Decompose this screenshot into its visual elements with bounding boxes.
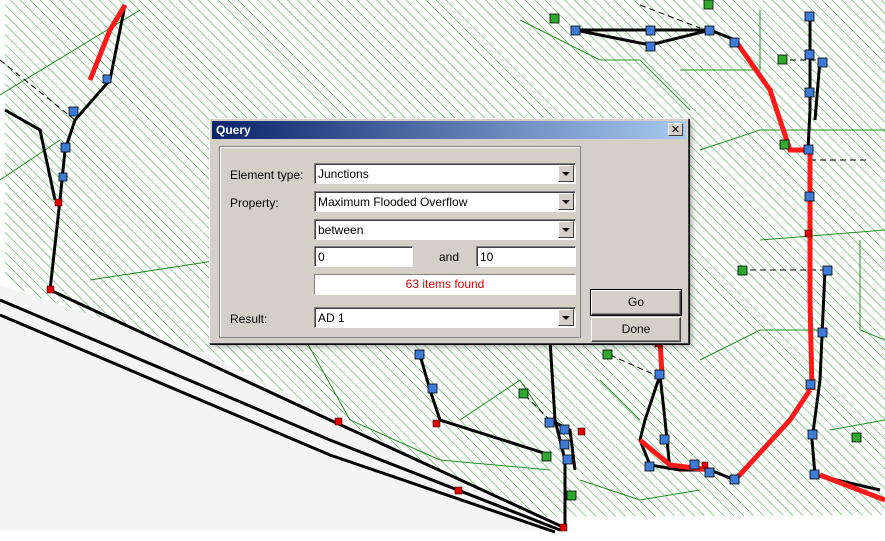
condition-value: between <box>318 223 364 237</box>
done-button[interactable]: Done <box>591 317 681 342</box>
chevron-down-icon[interactable] <box>558 165 574 182</box>
chevron-down-icon[interactable] <box>558 221 574 238</box>
chevron-down-icon[interactable] <box>558 309 574 326</box>
and-label: and <box>439 250 460 264</box>
result-label: Result: <box>230 312 268 326</box>
property-value: Maximum Flooded Overflow <box>318 195 468 209</box>
property-select[interactable]: Maximum Flooded Overflow <box>314 191 576 212</box>
dialog-titlebar[interactable]: Query ✕ <box>212 121 686 139</box>
query-dialog: Query ✕ Element type: Junctions Property… <box>209 118 689 344</box>
element-type-label: Element type: <box>230 168 304 182</box>
chevron-down-icon[interactable] <box>558 193 574 210</box>
upper-value-input[interactable]: 10 <box>476 246 576 267</box>
go-button[interactable]: Go <box>590 289 682 316</box>
element-type-select[interactable]: Junctions <box>314 163 576 184</box>
result-value: AD 1 <box>318 311 345 325</box>
items-found-status: 63 items found <box>314 274 576 295</box>
result-select[interactable]: AD 1 <box>314 307 576 328</box>
dialog-title: Query <box>216 123 251 137</box>
element-type-value: Junctions <box>318 167 369 181</box>
lower-value-text: 0 <box>318 250 325 264</box>
upper-value-text: 10 <box>480 250 494 264</box>
condition-select[interactable]: between <box>314 219 576 240</box>
close-icon[interactable]: ✕ <box>668 123 683 136</box>
lower-value-input[interactable]: 0 <box>314 246 413 267</box>
property-label: Property: <box>230 196 279 210</box>
